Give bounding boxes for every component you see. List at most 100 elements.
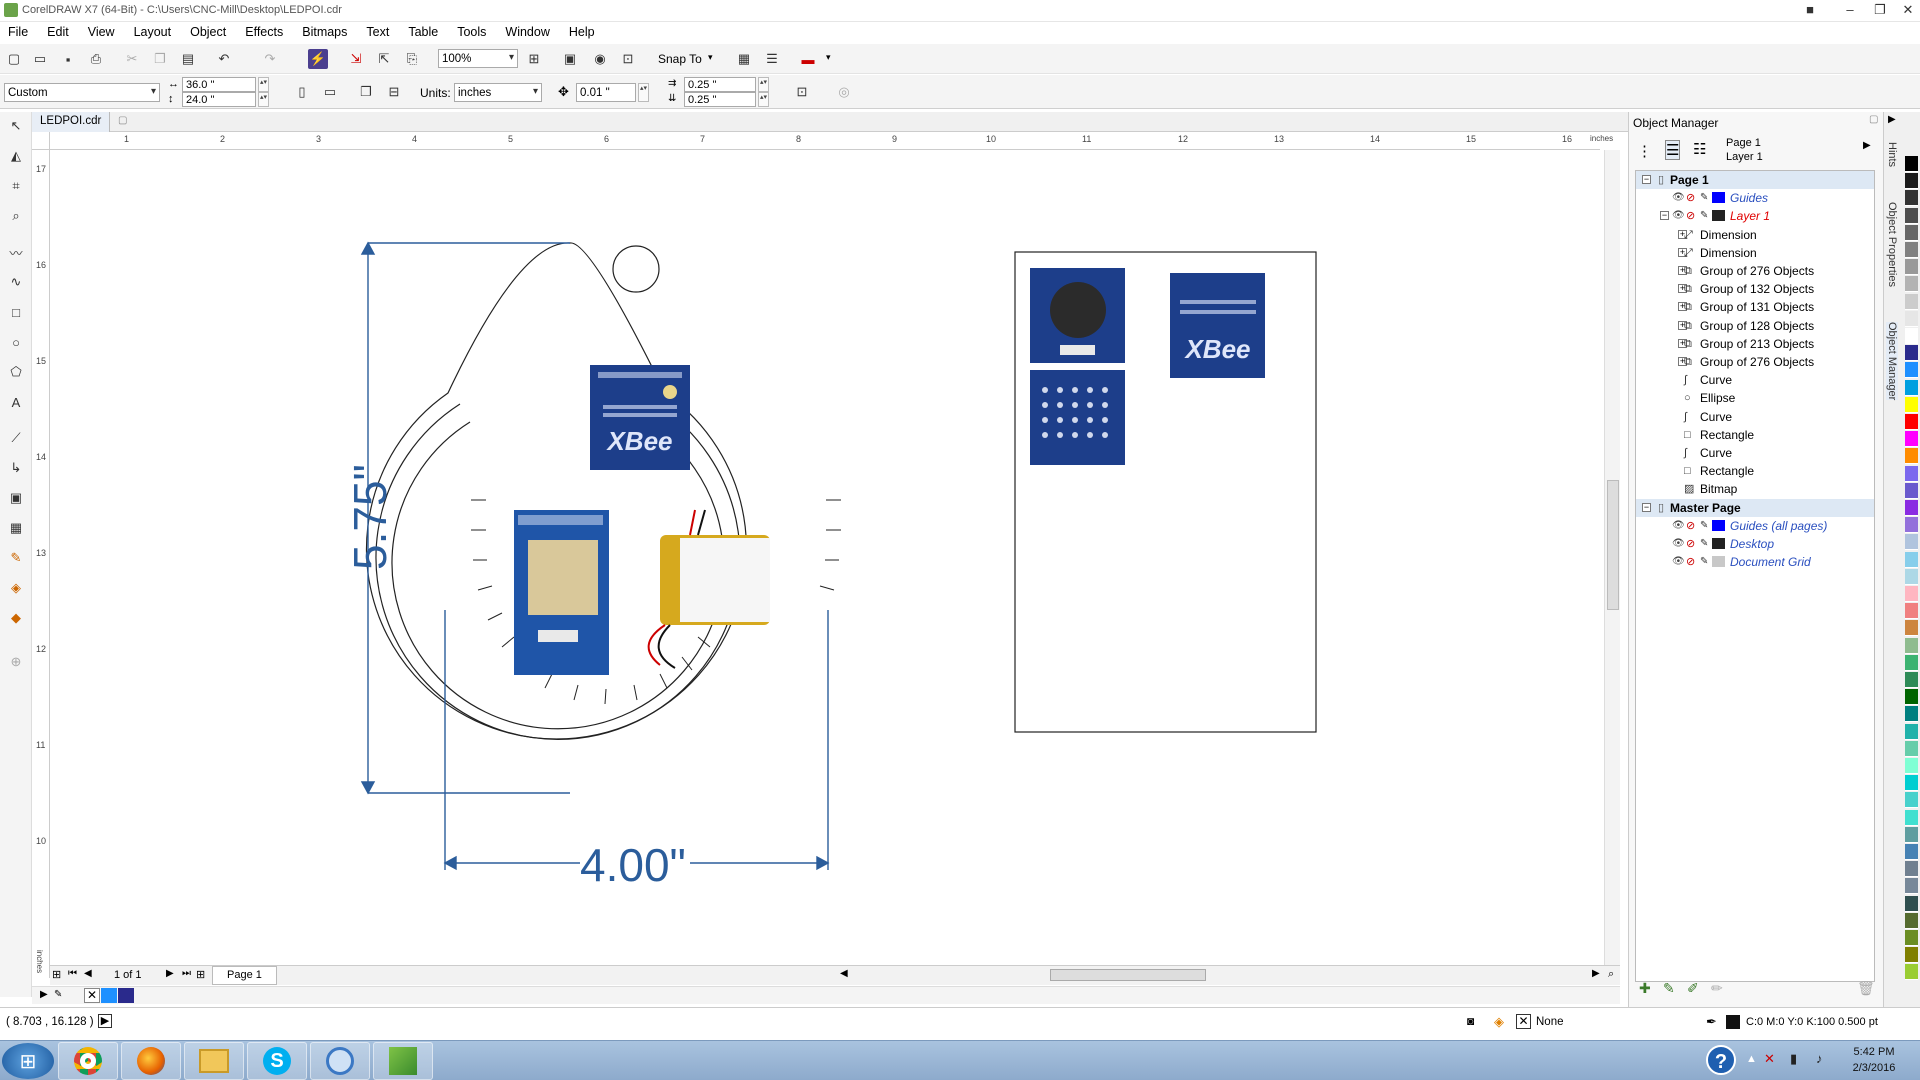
object-tree-item[interactable]: ∫ Curve [1636, 408, 1874, 426]
signal-tray-icon[interactable]: ▮ [1790, 1051, 1797, 1067]
network-tray-icon[interactable]: ✕ [1764, 1051, 1775, 1067]
pick-tool-icon[interactable]: ↖ [6, 116, 26, 136]
menu-tools[interactable]: Tools [457, 25, 486, 39]
palette-swatch[interactable] [1905, 758, 1918, 774]
first-page-icon[interactable]: ⏮ [68, 968, 77, 979]
palette-eyedropper-icon[interactable]: ✎ [54, 989, 62, 1000]
palette-swatch[interactable] [1905, 672, 1918, 688]
palette-swatch[interactable] [1905, 534, 1918, 551]
docker-tab-hints[interactable]: Hints [1886, 142, 1898, 167]
duplicate-x-field[interactable]: 0.25 " [684, 77, 756, 92]
quick-customize-icon[interactable]: ◎ [834, 82, 854, 102]
new-document-icon[interactable]: ▢ [4, 49, 24, 69]
edit-across-layers-icon[interactable]: ☷ [1693, 140, 1706, 158]
delete-icon[interactable]: 🗑 [1857, 980, 1875, 997]
interactive-fill-icon[interactable]: ◈ [6, 578, 26, 598]
palette-swatch[interactable] [1905, 792, 1918, 809]
palette-swatch[interactable] [1905, 190, 1918, 207]
layer-color-swatch[interactable] [1712, 538, 1725, 549]
coreldraw-taskbar-icon[interactable] [373, 1042, 433, 1080]
help-tray-icon[interactable]: ? [1706, 1045, 1736, 1075]
copy-icon[interactable]: ❐ [150, 49, 170, 69]
collapse-icon[interactable]: − [1642, 502, 1651, 512]
object-tree-item[interactable]: 👁 ⊘ ✎ Document Grid [1636, 553, 1874, 571]
palette-swatch[interactable] [1905, 740, 1918, 757]
drop-shadow-icon[interactable]: ▣ [6, 488, 26, 508]
docker-tab-object-manager[interactable]: Object Manager [1886, 322, 1898, 401]
palette-swatch[interactable] [1905, 620, 1918, 637]
options-icon[interactable]: ▦ [734, 49, 754, 69]
palette-swatch[interactable] [1905, 242, 1918, 258]
menu-bitmaps[interactable]: Bitmaps [302, 25, 347, 39]
firefox-taskbar-icon[interactable] [121, 1042, 181, 1080]
vertical-ruler[interactable]: 17 16 15 14 13 12 11 10 inches [32, 150, 50, 978]
open-folder-icon[interactable]: ▭ [30, 49, 50, 69]
volume-tray-icon[interactable]: ♪ [1816, 1051, 1823, 1066]
full-screen-icon[interactable]: ▣ [560, 49, 580, 69]
import-icon[interactable]: ⇲ [346, 49, 366, 69]
palette-swatch[interactable] [1905, 482, 1918, 499]
clock-time[interactable]: 5:42 PM [1846, 1046, 1902, 1058]
printable-icon[interactable]: ⊘ [1686, 553, 1695, 571]
undo-icon[interactable]: ↶ [214, 49, 234, 69]
object-tree-item[interactable]: + ⤢ Dimension [1636, 244, 1874, 262]
scroll-left-icon[interactable]: ◀ [840, 968, 848, 979]
cut-icon[interactable]: ✂ [122, 49, 142, 69]
add-page-after-icon[interactable]: ⊞ [196, 968, 205, 981]
object-tree-item[interactable]: 👁 ⊘ ✎ Guides (all pages) [1636, 517, 1874, 535]
palette-swatch[interactable] [1905, 345, 1918, 362]
start-button[interactable]: ⊞ [2, 1043, 54, 1079]
show-grid-icon[interactable]: ⊡ [618, 49, 638, 69]
palette-swatch[interactable] [1905, 310, 1918, 327]
zoom-level-select[interactable]: 100% [438, 49, 518, 68]
palette-swatch[interactable] [1905, 293, 1918, 310]
object-tree-item[interactable]: + ⧉ Group of 213 Objects [1636, 335, 1874, 353]
vertical-scroll-thumb[interactable] [1607, 480, 1619, 610]
palette-swatch[interactable] [1905, 448, 1918, 465]
restore-button[interactable]: ❐ [1865, 0, 1895, 20]
collapse-icon[interactable]: − [1642, 175, 1651, 184]
palette-swatch[interactable] [1905, 568, 1918, 585]
remote-desktop-taskbar-icon[interactable] [310, 1042, 370, 1080]
toolbox-customize-icon[interactable]: ⊕ [6, 652, 26, 672]
horizontal-dimension-label[interactable]: 4.00" [580, 838, 686, 892]
object-tree-item[interactable]: + ⧉ Group of 132 Objects [1636, 280, 1874, 298]
menu-help[interactable]: Help [569, 25, 595, 39]
transparency-tool-icon[interactable]: ▦ [6, 518, 26, 538]
visibility-eye-icon[interactable]: 👁 [1672, 535, 1685, 553]
palette-swatch[interactable] [1905, 328, 1918, 344]
drawing-canvas[interactable]: XBee XBee 5.75" 4.00" [50, 150, 1613, 965]
object-tree-item[interactable]: ▨ Bitmap [1636, 480, 1874, 498]
freehand-tool-icon[interactable]: 〰 [6, 242, 26, 262]
editable-pencil-icon[interactable]: ✎ [1700, 207, 1708, 225]
layer-color-swatch[interactable] [1712, 556, 1725, 568]
page-height-spinner[interactable]: ▴▾ [258, 92, 269, 107]
application-launcher-icon[interactable]: ☰ [762, 49, 782, 69]
new-layer-icon[interactable]: ✚ [1639, 980, 1651, 997]
last-page-icon[interactable]: ⏭ [182, 968, 191, 979]
publish-pdf-icon[interactable]: ⎘ [402, 49, 422, 69]
printable-icon[interactable]: ⊘ [1686, 207, 1695, 225]
palette-swatch[interactable] [1905, 156, 1918, 172]
units-select[interactable]: inches [454, 83, 542, 102]
palette-swatch[interactable] [1905, 362, 1918, 379]
palette-swatch[interactable] [1905, 603, 1918, 620]
palette-swatch[interactable] [1905, 465, 1918, 482]
document-tab[interactable]: LEDPOI.cdr [32, 112, 111, 132]
palette-swatch[interactable] [1905, 224, 1918, 241]
welcome-screen-icon[interactable]: ▬ [798, 49, 818, 69]
page-width-field[interactable]: 36.0 " [182, 77, 256, 92]
object-tree-item[interactable]: ○ Ellipse [1636, 389, 1874, 407]
layer-color-swatch[interactable] [1712, 519, 1725, 531]
ruler-origin[interactable] [32, 132, 50, 150]
palette-swatch[interactable] [1905, 826, 1918, 843]
palette-swatch[interactable] [1905, 912, 1918, 929]
new-master-layer-odd-icon[interactable]: ✏ [1711, 980, 1723, 997]
search-content-icon[interactable]: ⚡ [308, 49, 328, 69]
text-tool-icon[interactable]: A [6, 392, 26, 412]
tray-chevron-icon[interactable]: ▲ [1746, 1053, 1757, 1065]
palette-menu-icon[interactable]: ▶ [40, 989, 48, 1000]
horizontal-scroll-thumb[interactable] [1050, 969, 1206, 981]
palette-swatch[interactable] [1905, 844, 1918, 860]
landscape-icon[interactable]: ▭ [320, 82, 340, 102]
